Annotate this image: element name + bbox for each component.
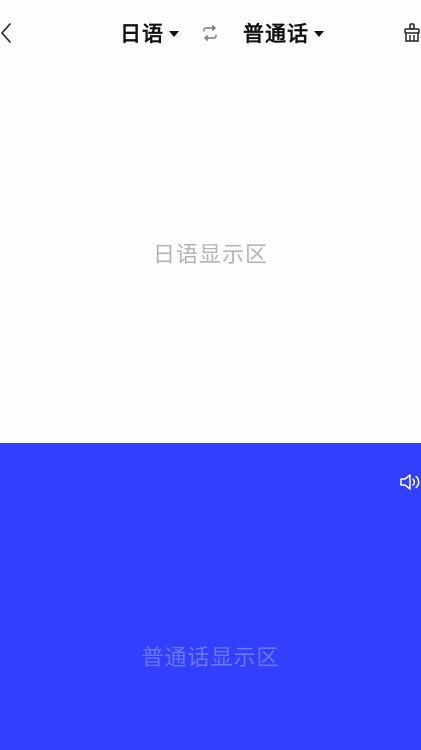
speaker-button[interactable] (399, 472, 421, 492)
chevron-left-icon (1, 23, 11, 43)
target-text-placeholder: 普通话显示区 (141, 646, 280, 671)
target-panel[interactable] (0, 443, 421, 750)
target-language-selector[interactable]: 普通话 (243, 18, 324, 48)
caret-down-icon (169, 31, 179, 37)
header-bar: 日语 普通话 (0, 0, 421, 66)
swap-icon (203, 25, 217, 41)
clear-brush-icon (404, 23, 420, 42)
swap-languages-button[interactable] (201, 24, 219, 42)
caret-down-icon (314, 31, 324, 37)
source-language-label: 日语 (120, 22, 164, 46)
source-text-placeholder: 日语显示区 (152, 243, 268, 268)
clear-button[interactable] (403, 23, 421, 43)
back-button[interactable] (0, 20, 18, 46)
source-panel[interactable]: 日语 普通话 日语显示区 (0, 0, 421, 443)
source-language-selector[interactable]: 日语 (120, 18, 179, 48)
translator-screen: 日语 普通话 日语显示区 普通话显示区 (0, 0, 421, 750)
target-language-label: 普通话 (243, 22, 309, 46)
speaker-icon (400, 474, 420, 490)
